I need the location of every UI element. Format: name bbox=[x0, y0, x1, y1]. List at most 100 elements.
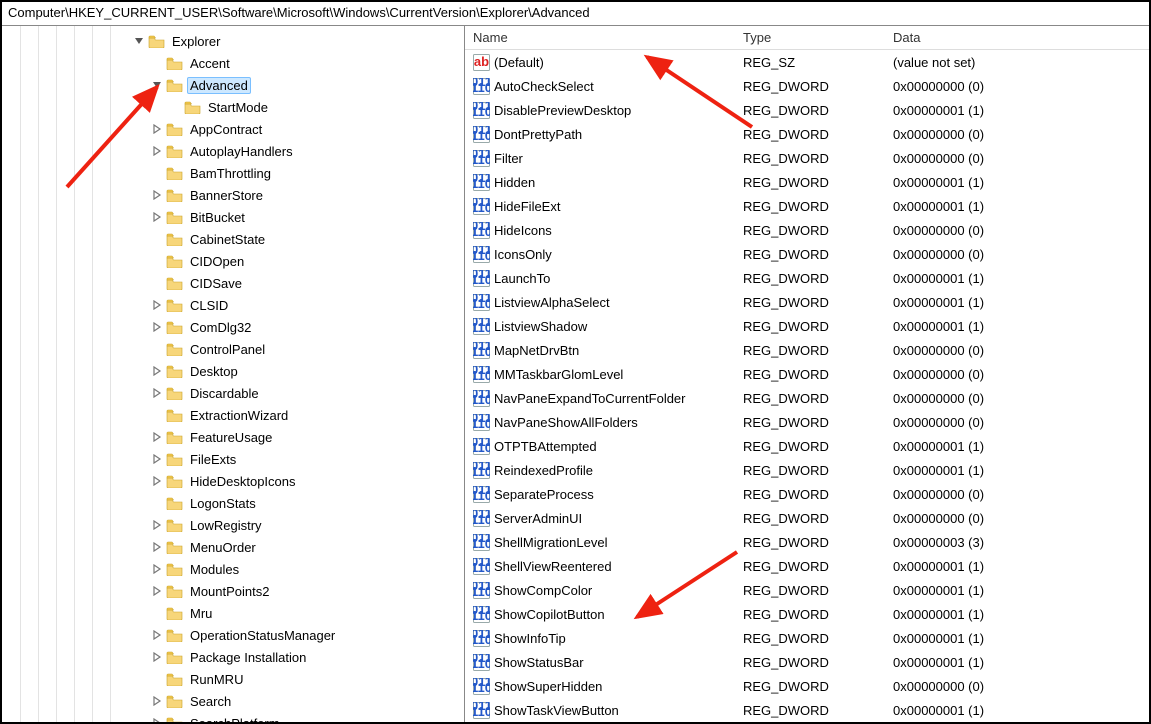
value-row[interactable]: LaunchToREG_DWORD0x00000001 (1) bbox=[465, 266, 1149, 290]
value-row[interactable]: HideIconsREG_DWORD0x00000000 (0) bbox=[465, 218, 1149, 242]
folder-icon bbox=[166, 144, 183, 158]
dword-value-icon bbox=[473, 174, 490, 191]
chevron-right-icon[interactable] bbox=[150, 298, 164, 312]
value-row[interactable]: NavPaneExpandToCurrentFolderREG_DWORD0x0… bbox=[465, 386, 1149, 410]
folder-icon bbox=[166, 232, 183, 246]
value-row[interactable]: ListviewShadowREG_DWORD0x00000001 (1) bbox=[465, 314, 1149, 338]
value-name: ReindexedProfile bbox=[494, 463, 593, 478]
folder-icon bbox=[166, 518, 183, 532]
chevron-right-icon[interactable] bbox=[150, 474, 164, 488]
chevron-down-icon[interactable] bbox=[150, 78, 164, 92]
folder-icon bbox=[166, 188, 183, 202]
value-data: 0x00000000 (0) bbox=[885, 679, 1149, 694]
value-type: REG_DWORD bbox=[735, 223, 885, 238]
value-name: MMTaskbarGlomLevel bbox=[494, 367, 623, 382]
address-bar[interactable]: Computer\HKEY_CURRENT_USER\Software\Micr… bbox=[2, 2, 1149, 26]
value-row[interactable]: HiddenREG_DWORD0x00000001 (1) bbox=[465, 170, 1149, 194]
value-name: IconsOnly bbox=[494, 247, 552, 262]
list-pane[interactable]: Name Type Data (Default)REG_SZ(value not… bbox=[465, 26, 1149, 722]
value-row[interactable]: FilterREG_DWORD0x00000000 (0) bbox=[465, 146, 1149, 170]
chevron-right-icon[interactable] bbox=[150, 430, 164, 444]
value-row[interactable]: ReindexedProfileREG_DWORD0x00000001 (1) bbox=[465, 458, 1149, 482]
value-name: DisablePreviewDesktop bbox=[494, 103, 631, 118]
chevron-right-icon[interactable] bbox=[150, 122, 164, 136]
column-header-data[interactable]: Data bbox=[885, 28, 1149, 47]
value-name: ServerAdminUI bbox=[494, 511, 582, 526]
chevron-right-icon[interactable] bbox=[150, 518, 164, 532]
chevron-right-icon[interactable] bbox=[150, 452, 164, 466]
tree-item-label: Discardable bbox=[187, 385, 262, 402]
value-name: ShowCompColor bbox=[494, 583, 592, 598]
value-data: 0x00000001 (1) bbox=[885, 559, 1149, 574]
tree-item-label: CLSID bbox=[187, 297, 231, 314]
value-row[interactable]: ShowSuperHiddenREG_DWORD0x00000000 (0) bbox=[465, 674, 1149, 698]
folder-icon bbox=[166, 672, 183, 686]
tree-pane[interactable]: ExplorerAccentAdvancedStartModeAppContra… bbox=[2, 26, 465, 722]
value-row[interactable]: MMTaskbarGlomLevel REG_DWORD0x00000000 (0… bbox=[465, 362, 1149, 386]
value-type: REG_DWORD bbox=[735, 631, 885, 646]
value-row[interactable]: SeparateProcessREG_DWORD0x00000000 (0) bbox=[465, 482, 1149, 506]
value-data: 0x00000001 (1) bbox=[885, 607, 1149, 622]
value-row[interactable]: (Default)REG_SZ(value not set) bbox=[465, 50, 1149, 74]
value-row[interactable]: NavPaneShowAllFoldersREG_DWORD0x00000000… bbox=[465, 410, 1149, 434]
value-data: 0x00000003 (3) bbox=[885, 535, 1149, 550]
value-name: LaunchTo bbox=[494, 271, 550, 286]
value-type: REG_DWORD bbox=[735, 679, 885, 694]
value-type: REG_DWORD bbox=[735, 367, 885, 382]
value-row[interactable]: ShowCopilotButtonREG_DWORD0x00000001 (1) bbox=[465, 602, 1149, 626]
value-type: REG_DWORD bbox=[735, 703, 885, 718]
value-row[interactable]: AutoCheckSelectREG_DWORD0x00000000 (0) bbox=[465, 74, 1149, 98]
chevron-right-icon[interactable] bbox=[150, 540, 164, 554]
chevron-right-icon[interactable] bbox=[150, 320, 164, 334]
tree-item-label: RunMRU bbox=[187, 671, 246, 688]
value-row[interactable]: ListviewAlphaSelectREG_DWORD0x00000001 (… bbox=[465, 290, 1149, 314]
chevron-right-icon[interactable] bbox=[150, 650, 164, 664]
column-header-type[interactable]: Type bbox=[735, 28, 885, 47]
chevron-right-icon[interactable] bbox=[150, 144, 164, 158]
chevron-right-icon[interactable] bbox=[150, 188, 164, 202]
chevron-right-icon[interactable] bbox=[150, 210, 164, 224]
value-data: 0x00000000 (0) bbox=[885, 511, 1149, 526]
value-data: 0x00000000 (0) bbox=[885, 367, 1149, 382]
value-row[interactable]: ShowCompColorREG_DWORD0x00000001 (1) bbox=[465, 578, 1149, 602]
chevron-right-icon[interactable] bbox=[150, 562, 164, 576]
value-row[interactable]: OTPTBAttemptedREG_DWORD0x00000001 (1) bbox=[465, 434, 1149, 458]
tree-item-label: OperationStatusManager bbox=[187, 627, 338, 644]
folder-icon bbox=[166, 364, 183, 378]
chevron-down-icon[interactable] bbox=[132, 34, 146, 48]
value-row[interactable]: ShellMigrationLevelREG_DWORD0x00000003 (… bbox=[465, 530, 1149, 554]
folder-icon bbox=[166, 254, 183, 268]
expander-none bbox=[150, 254, 164, 268]
folder-icon bbox=[166, 78, 183, 92]
chevron-right-icon[interactable] bbox=[150, 584, 164, 598]
value-row[interactable]: MapNetDrvBtnREG_DWORD0x00000000 (0) bbox=[465, 338, 1149, 362]
value-row[interactable]: IconsOnlyREG_DWORD0x00000000 (0) bbox=[465, 242, 1149, 266]
value-row[interactable]: DisablePreviewDesktopREG_DWORD0x00000001… bbox=[465, 98, 1149, 122]
value-type: REG_DWORD bbox=[735, 511, 885, 526]
chevron-right-icon[interactable] bbox=[150, 628, 164, 642]
chevron-right-icon[interactable] bbox=[150, 694, 164, 708]
tree-item-label: ControlPanel bbox=[187, 341, 268, 358]
folder-icon bbox=[166, 342, 183, 356]
value-row[interactable]: ServerAdminUI REG_DWORD0x00000000 (0) bbox=[465, 506, 1149, 530]
column-header-name[interactable]: Name bbox=[465, 28, 735, 47]
value-row[interactable]: HideFileExtREG_DWORD0x00000001 (1) bbox=[465, 194, 1149, 218]
value-type: REG_DWORD bbox=[735, 247, 885, 262]
dword-value-icon bbox=[473, 606, 490, 623]
chevron-right-icon[interactable] bbox=[150, 716, 164, 722]
value-row[interactable]: ShowTaskViewButtonREG_DWORD0x00000001 (1… bbox=[465, 698, 1149, 722]
value-name: ListviewShadow bbox=[494, 319, 587, 334]
value-row[interactable]: DontPrettyPathREG_DWORD0x00000000 (0) bbox=[465, 122, 1149, 146]
dword-value-icon bbox=[473, 462, 490, 479]
folder-icon bbox=[166, 210, 183, 224]
folder-icon bbox=[166, 540, 183, 554]
chevron-right-icon[interactable] bbox=[150, 364, 164, 378]
value-data: 0x00000001 (1) bbox=[885, 295, 1149, 310]
chevron-right-icon[interactable] bbox=[150, 386, 164, 400]
value-row[interactable]: ShowStatusBarREG_DWORD0x00000001 (1) bbox=[465, 650, 1149, 674]
value-name: ShowCopilotButton bbox=[494, 607, 605, 622]
value-row[interactable]: ShowInfoTipREG_DWORD0x00000001 (1) bbox=[465, 626, 1149, 650]
value-data: 0x00000000 (0) bbox=[885, 415, 1149, 430]
tree-item-label: BitBucket bbox=[187, 209, 248, 226]
value-row[interactable]: ShellViewReenteredREG_DWORD0x00000001 (1… bbox=[465, 554, 1149, 578]
